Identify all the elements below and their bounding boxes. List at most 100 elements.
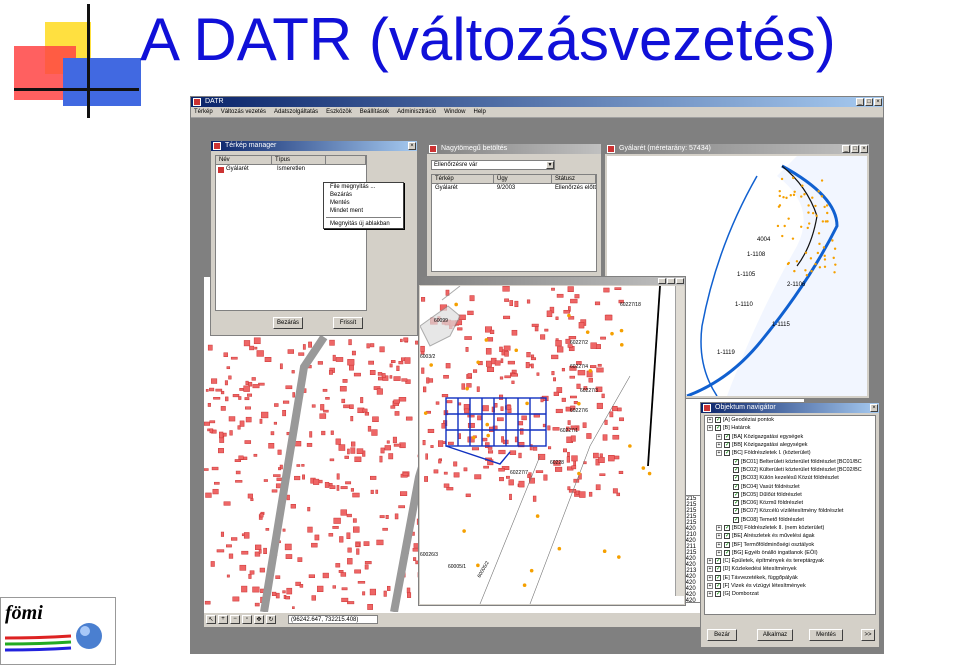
tree-item[interactable]: ✓ [BC05] Dűlőút földrészlet: [705, 491, 875, 499]
map-row[interactable]: Gyálarét Ismeretlen: [216, 165, 366, 174]
layer-checkbox[interactable]: ✓: [715, 558, 721, 565]
tree-item[interactable]: + ✓ [BG] Egyéb önálló ingatlanok (EÖI): [705, 549, 875, 557]
tree-item[interactable]: + ✓ [BA] Közigazgatási egységek: [705, 433, 875, 441]
tree-item[interactable]: ✓ [BC02] Külterületi közterület földrészl…: [705, 466, 875, 474]
pointer-tool-icon[interactable]: ↖: [206, 615, 216, 624]
menu-6[interactable]: Window: [444, 107, 465, 117]
expand-icon[interactable]: [725, 467, 731, 473]
layer-checkbox[interactable]: ✓: [715, 425, 721, 432]
col-case[interactable]: Ügy: [494, 175, 552, 184]
tree-item[interactable]: + ✓ [BC] Földrészletek I. (közterület): [705, 449, 875, 457]
col-status[interactable]: Státusz: [552, 175, 596, 184]
tree-item[interactable]: + ✓ [BD] Földrészletek II. (nem közterület…: [705, 524, 875, 532]
menu-3[interactable]: Eszközök: [326, 107, 352, 117]
refresh-icon[interactable]: ↻: [266, 615, 276, 624]
expand-icon[interactable]: +: [716, 549, 722, 556]
detail-map-canvas[interactable]: 60227/18 60227/2 60227/4 60227/3 60227/6…: [420, 286, 684, 604]
expand-icon[interactable]: +: [707, 583, 713, 590]
layer-checkbox[interactable]: ✓: [724, 450, 730, 457]
layer-checkbox[interactable]: ✓: [715, 566, 721, 573]
layer-checkbox[interactable]: ✓: [724, 442, 730, 449]
tree-item[interactable]: + ✓ [BE] Alrészletek és művelési ágak: [705, 532, 875, 540]
expand-icon[interactable]: [725, 500, 731, 506]
save-navigator-button[interactable]: Mentés: [809, 629, 843, 641]
tree-item[interactable]: + ✓ [BB] Közigazgatási alegységek: [705, 441, 875, 449]
navigator-close-button[interactable]: ×: [870, 404, 878, 412]
map-list[interactable]: Név Típus Gyálarét Ismeretlen: [215, 155, 367, 311]
expand-icon[interactable]: +: [716, 442, 722, 449]
detail-close-button[interactable]: [676, 278, 684, 284]
layer-checkbox[interactable]: ✓: [724, 549, 730, 556]
tree-item[interactable]: ✓ [BC07] Közcélú vízilétesítmény földrész…: [705, 507, 875, 515]
tree-item[interactable]: + ✓ [A] Geodéziai pontok: [705, 416, 875, 424]
layer-checkbox[interactable]: ✓: [733, 500, 739, 507]
layer-checkbox[interactable]: ✓: [715, 574, 721, 581]
menu-2[interactable]: Adatszolgáltatás: [274, 107, 318, 117]
tree-item[interactable]: + ✓ [C] Épületek, építmények és tereptárgy…: [705, 557, 875, 565]
tree-item[interactable]: + ✓ [B] Határok: [705, 424, 875, 432]
layer-checkbox[interactable]: ✓: [715, 591, 721, 598]
menu-item-open-file[interactable]: File megnyitás ...: [324, 183, 403, 191]
expand-icon[interactable]: [725, 517, 731, 523]
detail-vertical-scrollbar[interactable]: [675, 286, 684, 596]
table-row[interactable]: Gyálarét 9/2003 Ellenőrzés előtt: [432, 184, 596, 193]
menu-item-close[interactable]: Bezárás: [324, 191, 403, 199]
maximize-button[interactable]: □: [865, 98, 873, 106]
layer-checkbox[interactable]: ✓: [715, 417, 721, 424]
expand-icon[interactable]: [725, 475, 731, 481]
object-tree[interactable]: + ✓ [A] Geodéziai pontok + ✓ [B] Határok + ✓ [BA…: [704, 415, 876, 615]
menu-item-open-new-window[interactable]: Megnyitás új ablakban: [324, 220, 403, 228]
expand-icon[interactable]: +: [716, 533, 722, 540]
expand-icon[interactable]: +: [716, 541, 722, 548]
minimize-button[interactable]: _: [856, 98, 864, 106]
layer-checkbox[interactable]: ✓: [733, 516, 739, 523]
menu-5[interactable]: Adminisztráció: [397, 107, 436, 117]
detail-minimize-button[interactable]: [658, 278, 666, 284]
layer-checkbox[interactable]: ✓: [733, 483, 739, 490]
menu-item-save-all[interactable]: Mindet ment: [324, 207, 403, 215]
tree-item[interactable]: ✓ [BC03] Külön kezelésű Közút földrészlet: [705, 474, 875, 482]
col-map[interactable]: Térkép: [432, 175, 494, 184]
expand-icon[interactable]: [725, 484, 731, 490]
overview-close-button[interactable]: ×: [860, 145, 868, 153]
tree-item[interactable]: ✓ [BC04] Vasút földrészlet: [705, 482, 875, 490]
detail-maximize-button[interactable]: [667, 278, 675, 284]
chevron-down-icon[interactable]: ▼: [546, 161, 554, 169]
close-navigator-button[interactable]: Bezár: [707, 629, 737, 641]
layer-checkbox[interactable]: ✓: [733, 458, 739, 465]
expand-icon[interactable]: +: [707, 566, 713, 573]
expand-icon[interactable]: +: [707, 591, 713, 598]
tree-item[interactable]: + ✓ [G] Domborzat: [705, 590, 875, 598]
tree-item[interactable]: ✓ [BC06] Közmű földrészlet: [705, 499, 875, 507]
expand-navigator-button[interactable]: >>: [861, 629, 875, 641]
expand-icon[interactable]: +: [707, 574, 713, 581]
bulk-load-table[interactable]: Térkép Ügy Státusz Gyálarét 9/2003 Ellen…: [431, 174, 597, 272]
layer-checkbox[interactable]: ✓: [733, 466, 739, 473]
expand-icon[interactable]: [725, 459, 731, 465]
expand-icon[interactable]: +: [707, 425, 713, 432]
layer-checkbox[interactable]: ✓: [724, 433, 730, 440]
menu-item-save[interactable]: Mentés: [324, 199, 403, 207]
zoom-out-icon[interactable]: −: [230, 615, 240, 624]
col-name[interactable]: Név: [216, 156, 272, 165]
refresh-map-button[interactable]: Frissít: [333, 317, 363, 329]
tree-item[interactable]: + ✓ [D] Közlekedési létesítmények: [705, 565, 875, 573]
zoom-in-icon[interactable]: +: [218, 615, 228, 624]
tree-item[interactable]: + ✓ [F] Vizek és vízügyi létesítmények: [705, 582, 875, 590]
col-type[interactable]: Típus: [272, 156, 326, 165]
layer-checkbox[interactable]: ✓: [733, 491, 739, 498]
tree-item[interactable]: + ✓ [E] Távvezetékek, függőpályák: [705, 574, 875, 582]
expand-icon[interactable]: +: [707, 558, 713, 565]
pan-icon[interactable]: ✥: [254, 615, 264, 624]
menu-0[interactable]: Térkép: [194, 107, 213, 117]
menu-4[interactable]: Beállítások: [360, 107, 389, 117]
expand-icon[interactable]: [725, 492, 731, 498]
layer-checkbox[interactable]: ✓: [733, 475, 739, 482]
status-filter-select[interactable]: Ellenőrzésre vár ▼: [431, 160, 555, 170]
layer-checkbox[interactable]: ✓: [724, 533, 730, 540]
tree-item[interactable]: ✓ [BC08] Temető földrészlet: [705, 516, 875, 524]
expand-icon[interactable]: +: [716, 450, 722, 457]
tree-item[interactable]: + ✓ [BF] Termőföldminőségi osztályok: [705, 540, 875, 548]
expand-icon[interactable]: +: [716, 433, 722, 440]
map-manager-close-button[interactable]: ×: [408, 142, 416, 150]
